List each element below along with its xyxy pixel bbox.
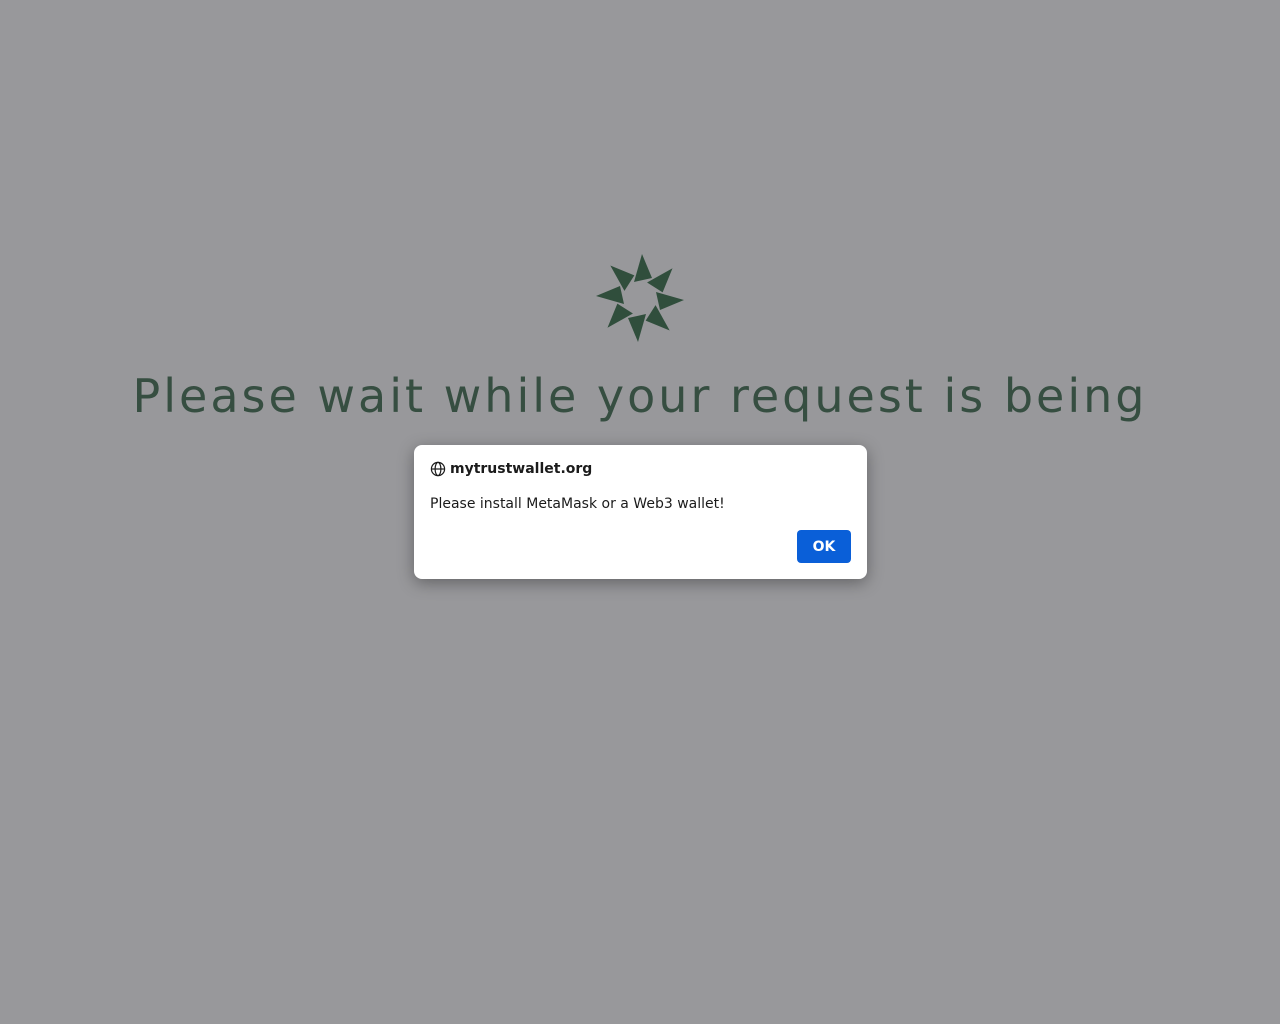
ok-button[interactable]: OK <box>797 530 851 563</box>
dialog-origin-text: mytrustwallet.org <box>450 461 593 477</box>
alert-dialog: mytrustwallet.org Please install MetaMas… <box>414 445 867 579</box>
dialog-origin: mytrustwallet.org <box>430 460 592 478</box>
globe-icon <box>430 461 446 477</box>
dialog-message: Please install MetaMask or a Web3 wallet… <box>430 496 725 512</box>
